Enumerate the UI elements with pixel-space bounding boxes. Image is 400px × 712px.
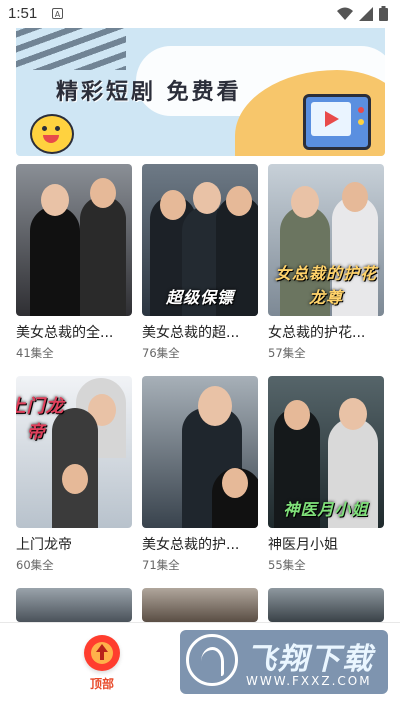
status-time: 1:51 bbox=[8, 5, 38, 22]
drama-poster[interactable] bbox=[268, 588, 384, 622]
battery-icon bbox=[379, 6, 388, 21]
status-bar: 1:51 A bbox=[0, 0, 400, 28]
drama-card[interactable]: 美女总裁的护... 71集全 bbox=[142, 376, 258, 573]
drama-poster[interactable] bbox=[142, 588, 258, 622]
drama-card[interactable]: 美女总裁的全... 41集全 bbox=[16, 164, 132, 361]
episode-count: 71集全 bbox=[142, 558, 180, 572]
watermark-brand: 飞翔下载 bbox=[246, 642, 374, 677]
drama-card-partial[interactable] bbox=[142, 588, 258, 622]
notification-a-icon: A bbox=[52, 8, 63, 19]
up-arrow-icon bbox=[84, 635, 120, 671]
drama-card[interactable]: 神医月小姐 神医月小姐 55集全 bbox=[268, 376, 384, 573]
drama-poster[interactable] bbox=[16, 164, 132, 316]
drama-title: 美女总裁的超... bbox=[142, 325, 240, 341]
drama-poster[interactable]: 神医月小姐 bbox=[268, 376, 384, 528]
watermark-logo-icon bbox=[186, 634, 238, 686]
drama-title: 美女总裁的全... bbox=[16, 325, 114, 341]
episode-count: 60集全 bbox=[16, 558, 54, 572]
drama-poster[interactable]: 女总裁的护花龙尊 bbox=[268, 164, 384, 316]
watermark: 飞翔下载 WWW.FXXZ.COM bbox=[180, 630, 388, 694]
drama-card[interactable]: 女总裁的护花龙尊 女总裁的护花... 57集全 bbox=[268, 164, 384, 361]
watermark-site: WWW.FXXZ.COM bbox=[246, 674, 372, 688]
poster-title-overlay: 女总裁的护花龙尊 bbox=[274, 264, 377, 307]
drama-poster[interactable] bbox=[142, 376, 258, 528]
promo-banner[interactable]: 精彩短剧 免费看 bbox=[16, 28, 385, 156]
drama-poster[interactable]: 上门龙帝 bbox=[16, 376, 132, 528]
drama-poster[interactable]: 超级保镖 bbox=[142, 164, 258, 316]
episode-count: 55集全 bbox=[268, 558, 306, 572]
smiley-icon bbox=[30, 114, 74, 154]
drama-title: 女总裁的护花... bbox=[268, 325, 366, 341]
status-icons bbox=[337, 6, 388, 21]
drama-title: 上门龙帝 bbox=[16, 537, 72, 553]
episode-count: 76集全 bbox=[142, 346, 180, 360]
drama-card-partial[interactable] bbox=[16, 588, 132, 622]
drama-card[interactable]: 上门龙帝 上门龙帝 60集全 bbox=[16, 376, 132, 573]
drama-title: 神医月小姐 bbox=[268, 537, 338, 553]
tv-play-icon bbox=[303, 94, 371, 150]
wifi-icon bbox=[337, 7, 353, 20]
drama-poster[interactable] bbox=[16, 588, 132, 622]
drama-card-partial[interactable] bbox=[268, 588, 384, 622]
back-to-top-label: 顶部 bbox=[89, 677, 114, 691]
episode-count: 41集全 bbox=[16, 346, 54, 360]
poster-title-overlay: 神医月小姐 bbox=[283, 500, 369, 519]
cellular-icon bbox=[359, 6, 373, 21]
drama-title: 美女总裁的护... bbox=[142, 537, 240, 553]
poster-title-overlay: 上门龙帝 bbox=[16, 396, 65, 443]
banner-decoration bbox=[16, 28, 126, 70]
drama-card[interactable]: 超级保镖 美女总裁的超... 76集全 bbox=[142, 164, 258, 361]
episode-count: 57集全 bbox=[268, 346, 306, 360]
poster-title-overlay: 超级保镖 bbox=[165, 288, 234, 307]
banner-title: 精彩短剧 免费看 bbox=[56, 80, 242, 105]
back-to-top-button[interactable]: 顶部 bbox=[80, 635, 124, 692]
